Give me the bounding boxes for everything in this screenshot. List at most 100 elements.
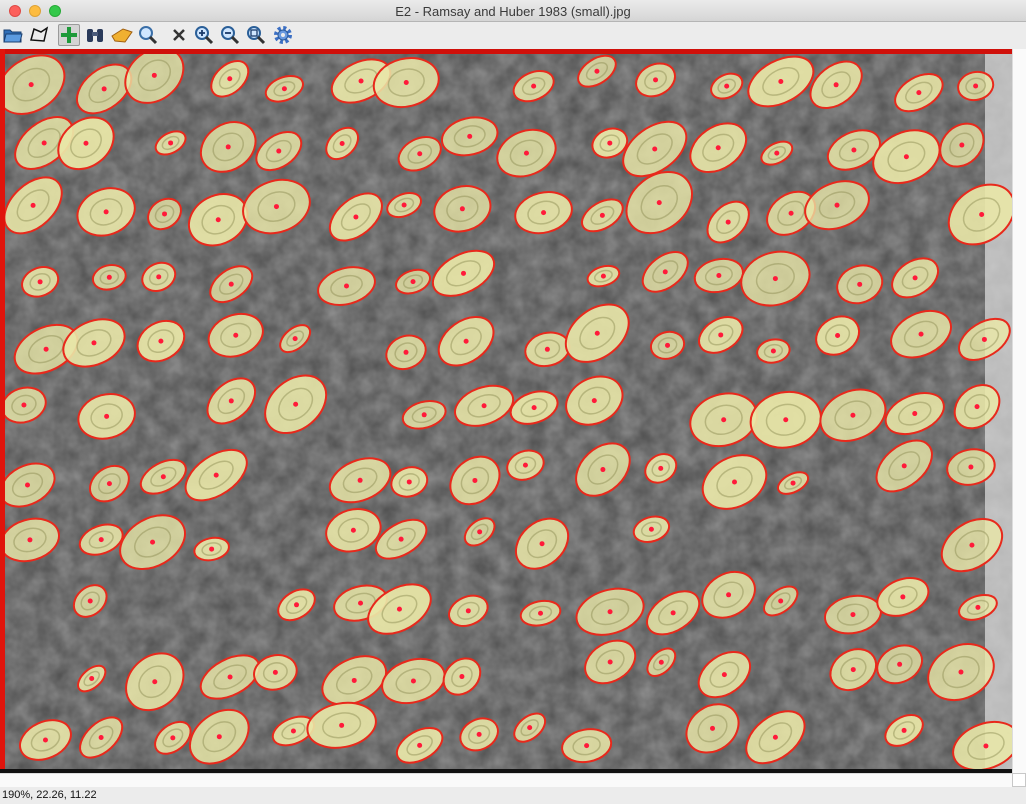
status-bar: 190%, 22.26, 11.22 [0,787,1026,804]
ooid-center-dot [600,273,606,279]
ooid-center-dot [538,610,544,616]
ooid-center-dot [912,411,918,417]
ooid-center-dot [900,594,906,600]
ooid-center-dot [228,281,234,287]
ooid-center-dot [850,412,856,418]
ooid-center-dot [710,725,716,731]
ooid-center-dot [41,140,47,146]
ooid-center-dot [272,669,278,675]
ooid-center-dot [607,609,613,615]
find-tool[interactable] [84,24,106,46]
ooid-center-dot [851,147,857,153]
image-canvas[interactable] [0,46,1020,773]
ooid-center-dot [150,539,156,545]
ooid-center-dot [974,404,980,410]
delete-tool[interactable] [168,24,190,46]
ooid-center-dot [472,477,478,483]
ooid-center-dot [290,728,296,734]
ooid-center-dot [973,83,979,89]
ooid-center-dot [715,145,721,151]
ooid-center-dot [652,146,658,152]
ooid-center-dot [732,479,738,485]
pointer-tool[interactable] [111,24,133,46]
zoom-fit-tool[interactable] [245,24,267,46]
ooid-center-dot [721,672,727,678]
ooid-center-dot [850,612,856,618]
ooid-center-dot [918,331,924,337]
add-tool[interactable] [58,24,80,46]
ooid-center-dot [225,144,231,150]
ooid-center-dot [726,592,732,598]
vertical-scrollbar[interactable] [1012,49,1026,773]
ooid-center-dot [467,133,473,139]
polygon-tool[interactable] [28,24,50,46]
ooid-center-dot [788,210,794,216]
ooid-center-dot [969,542,975,548]
ooid-center-dot [591,398,597,404]
ooid-center-dot [89,676,95,682]
ooid-center-dot [463,338,469,344]
ooid-center-dot [152,679,158,685]
magnifier-icon [139,26,158,45]
ooid-center-dot [665,342,671,348]
settings-tool[interactable] [272,24,294,46]
ooid-center-dot [975,604,981,610]
zoom-in-tool[interactable] [193,24,215,46]
folder-open-icon [3,29,23,43]
ooid-center-dot [481,403,487,409]
ooid-center-dot [459,674,465,680]
ooid-center-dot [350,527,356,533]
ooid-center-dot [87,598,93,604]
ooid-center-dot [656,200,662,206]
ooid-center-dot [156,274,162,280]
ooid-center-dot [979,212,985,218]
ooid-center-dot [25,482,31,488]
ooid-center-dot [658,465,664,471]
ooid-center-dot [91,340,97,346]
ooid-center-dot [28,82,34,88]
ooid-center-dot [294,602,300,608]
ooid-center-dot [790,480,796,486]
ooid-center-dot [718,332,724,338]
ooid-thin-section-image[interactable] [0,46,1020,773]
ooid-center-dot [835,333,841,339]
ooid-center-dot [42,737,48,743]
ooid-center-dot [527,725,533,731]
ooid-center-dot [106,481,112,487]
ooid-center-dot [834,202,840,208]
ooid-center-dot [783,417,789,423]
zoom-out-tool[interactable] [219,24,241,46]
horizontal-scrollbar[interactable] [0,773,1012,787]
ooid-center-dot [772,276,778,282]
ooid-center-dot [158,338,164,344]
ooid-center-dot [162,211,168,217]
ooid-center-dot [276,148,282,154]
ooid-center-dot [778,78,784,84]
ooid-center-dot [103,209,109,215]
ooid-center-dot [600,467,606,473]
open-tool[interactable] [2,24,24,46]
ooid-center-dot [778,598,784,604]
ooid-center-dot [170,735,176,741]
ooid-center-dot [351,677,357,683]
ooid-center-dot [106,274,112,280]
ooid-center-dot [403,80,409,86]
ooid-center-dot [958,669,964,675]
ooid-center-dot [292,336,298,342]
magnify-tool[interactable] [137,24,159,46]
ooid-center-dot [403,349,409,355]
resize-corner[interactable] [1012,773,1026,787]
ooid-center-dot [396,606,402,612]
ooid-center-dot [410,279,416,285]
ooid-center-dot [227,674,233,680]
zoom-out-icon [221,26,240,45]
ooid-center-dot [850,667,856,673]
ooid-center-dot [98,537,104,543]
ooid-center-dot [774,150,780,156]
ooid-center-dot [410,678,416,684]
plus-icon [61,27,77,43]
ooid-center-dot [476,731,482,737]
binoculars-icon [87,29,103,42]
ooid-center-dot [544,346,550,352]
ooid-center-dot [903,154,909,160]
